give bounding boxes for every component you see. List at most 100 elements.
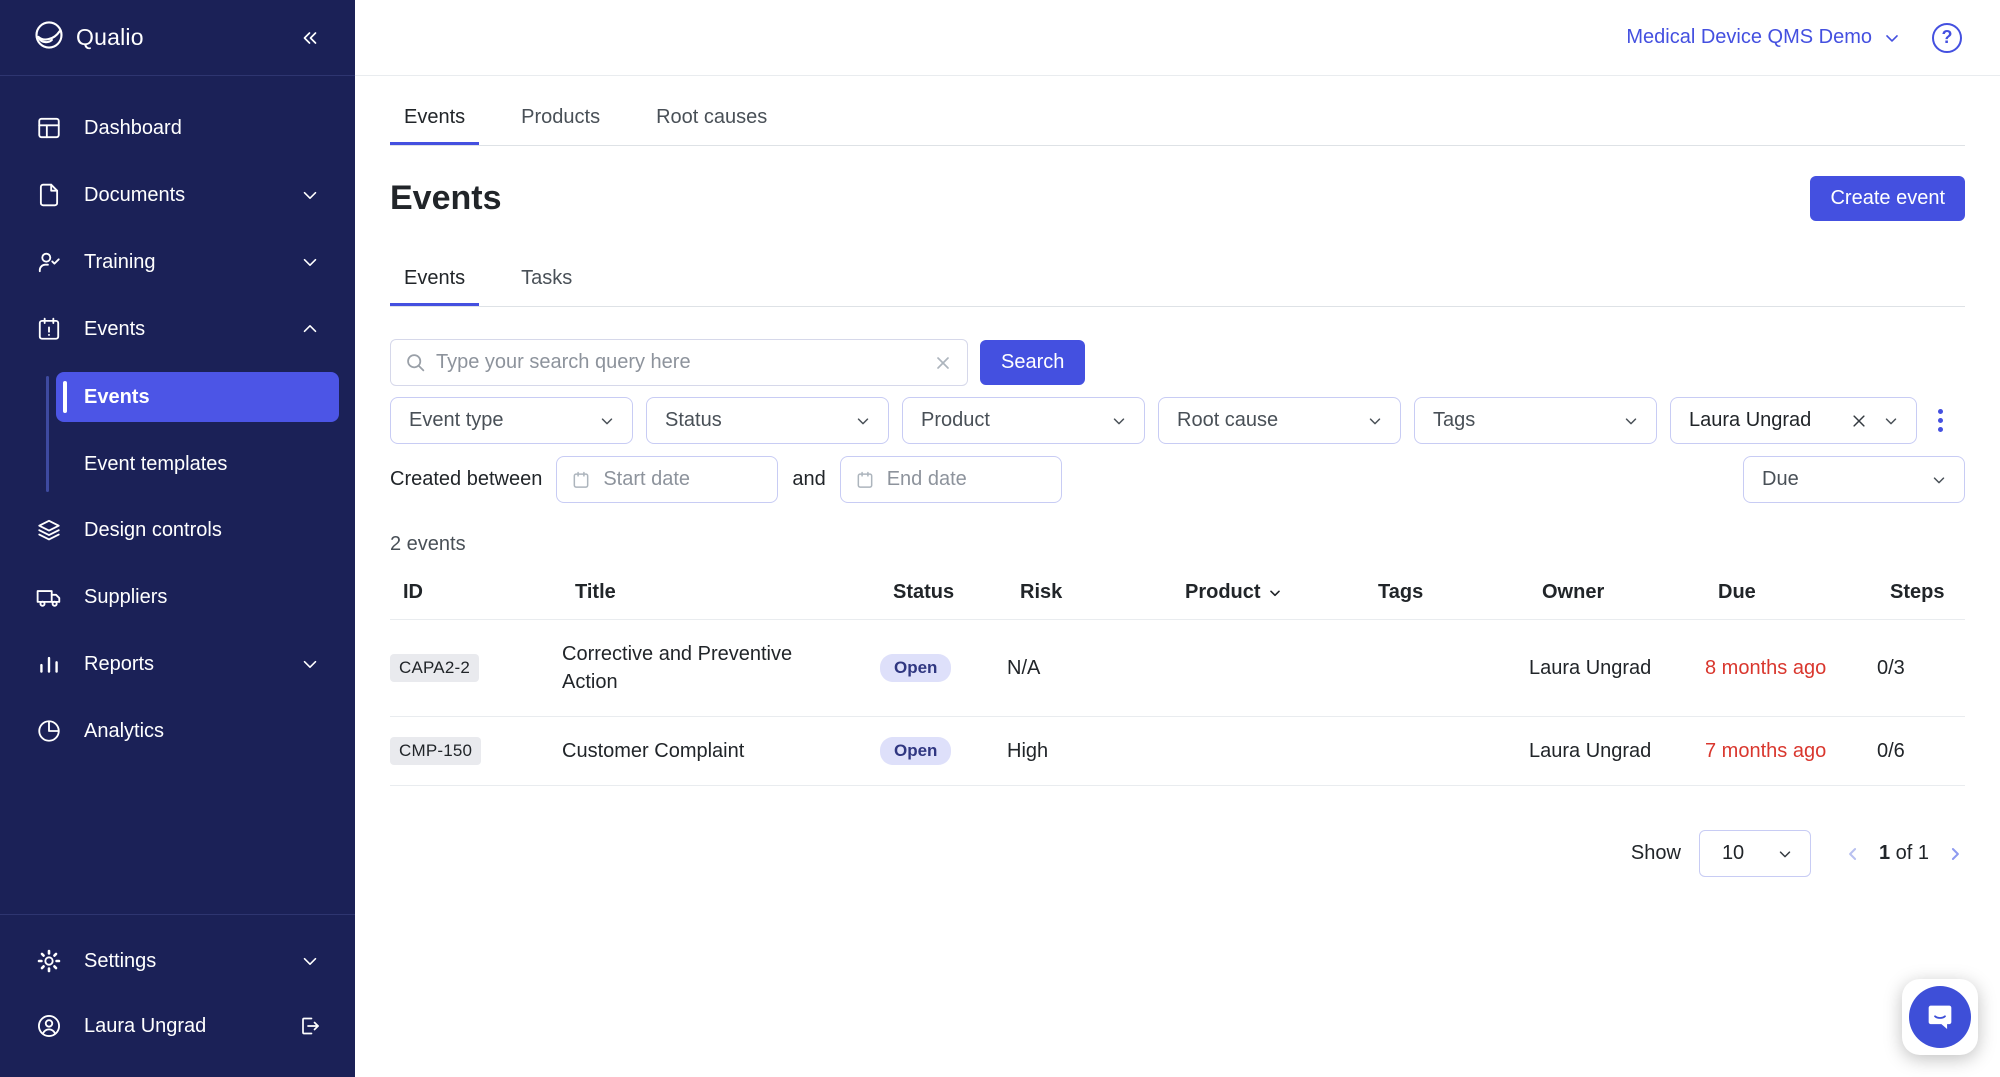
bar-chart-icon	[35, 651, 62, 678]
search-button[interactable]: Search	[980, 340, 1085, 385]
more-filters-icon[interactable]	[1930, 403, 1951, 438]
owner-filter[interactable]: Laura Ungrad	[1670, 397, 1917, 444]
sidebar-item-label: Settings	[84, 950, 156, 973]
clear-search-icon[interactable]	[933, 353, 953, 373]
remove-owner-filter-icon[interactable]	[1850, 412, 1868, 430]
filter-label: Product	[921, 409, 990, 432]
calendar-icon	[855, 470, 875, 490]
table-row[interactable]: CAPA2-2 Corrective and Preventive Action…	[390, 620, 1965, 717]
tab-products[interactable]: Products	[507, 92, 614, 145]
results-count: 2 events	[390, 533, 1965, 556]
logout-icon[interactable]	[297, 1014, 321, 1038]
created-between-row: Created between Start date and End date …	[390, 456, 1965, 503]
chat-launcher-button[interactable]	[1902, 979, 1978, 1055]
current-page: 1	[1879, 842, 1890, 864]
app-name: Qualio	[76, 24, 144, 51]
due-filter[interactable]: Due	[1743, 456, 1965, 503]
sub-tabs: Events Tasks	[390, 253, 1965, 307]
event-title[interactable]: Corrective and Preventive Action	[562, 640, 880, 696]
sidebar-header: Qualio	[0, 0, 355, 76]
sidebar-item-reports[interactable]: Reports	[0, 640, 339, 688]
chevron-down-icon	[1366, 412, 1384, 430]
root-cause-filter[interactable]: Root cause	[1158, 397, 1401, 444]
table-row[interactable]: CMP-150 Customer Complaint Open High Lau…	[390, 717, 1965, 786]
sidebar-collapse-button[interactable]	[297, 26, 321, 50]
sidebar-item-label: Analytics	[84, 720, 164, 743]
help-glyph: ?	[1942, 27, 1953, 48]
sidebar: Qualio Dashboard Documents Trainin	[0, 0, 355, 1077]
chevron-down-icon	[854, 412, 872, 430]
event-type-filter[interactable]: Event type	[390, 397, 633, 444]
filter-label: Laura Ungrad	[1689, 409, 1811, 432]
sidebar-item-settings[interactable]: Settings	[0, 937, 339, 985]
due-value: 8 months ago	[1705, 657, 1877, 680]
next-page-icon[interactable]	[1945, 844, 1965, 864]
create-event-button[interactable]: Create event	[1810, 176, 1965, 221]
sidebar-item-suppliers[interactable]: Suppliers	[0, 573, 339, 621]
search-row: Search	[390, 339, 1965, 386]
document-icon	[35, 182, 62, 209]
help-icon[interactable]: ?	[1932, 23, 1962, 53]
subtab-tasks[interactable]: Tasks	[507, 253, 586, 306]
sidebar-item-label: Reports	[84, 653, 154, 676]
filter-row: Event type Status Product Root cause Tag…	[390, 397, 1965, 444]
product-filter[interactable]: Product	[902, 397, 1145, 444]
chevron-down-icon	[299, 950, 321, 972]
status-filter[interactable]: Status	[646, 397, 889, 444]
chat-bubble-icon	[1909, 986, 1971, 1048]
table-header: ID Title Status Risk Product Tags Owner …	[390, 566, 1965, 620]
col-title: Title	[575, 581, 893, 604]
steps-value: 0/6	[1877, 740, 1965, 763]
org-switcher[interactable]: Medical Device QMS Demo	[1626, 26, 1902, 49]
tab-root-causes[interactable]: Root causes	[642, 92, 781, 145]
filter-label: Status	[665, 409, 722, 432]
due-value: 7 months ago	[1705, 740, 1877, 763]
org-name: Medical Device QMS Demo	[1626, 26, 1872, 49]
page-title: Events	[390, 179, 502, 218]
search-input[interactable]	[436, 351, 923, 374]
event-id-badge: CMP-150	[390, 737, 481, 765]
event-title[interactable]: Customer Complaint	[562, 737, 880, 765]
app-logo[interactable]: Qualio	[34, 20, 144, 56]
qualio-logo-icon	[34, 20, 64, 56]
tab-label: Products	[521, 106, 600, 128]
col-owner: Owner	[1542, 581, 1718, 604]
sidebar-item-events[interactable]: Events	[0, 305, 339, 353]
risk-value: N/A	[1007, 657, 1172, 680]
sidebar-item-training[interactable]: Training	[0, 238, 339, 286]
layers-icon	[35, 517, 62, 544]
total-pages: 1	[1918, 842, 1929, 864]
tags-filter[interactable]: Tags	[1414, 397, 1657, 444]
sidebar-item-label: Events	[84, 318, 145, 341]
start-date-input[interactable]: Start date	[556, 456, 778, 503]
chevron-down-icon	[598, 412, 616, 430]
calendar-alert-icon	[35, 316, 62, 343]
sidebar-item-documents[interactable]: Documents	[0, 171, 339, 219]
search-icon	[405, 352, 426, 373]
col-product[interactable]: Product	[1185, 581, 1378, 604]
sidebar-item-analytics[interactable]: Analytics	[0, 707, 339, 755]
sidebar-item-label: Suppliers	[84, 586, 167, 609]
prev-page-icon[interactable]	[1843, 844, 1863, 864]
date-placeholder: End date	[887, 468, 967, 491]
sidebar-subitem-events[interactable]: Events	[56, 372, 339, 422]
sort-chevron-icon	[1267, 585, 1283, 601]
page-size-select[interactable]: 10	[1699, 830, 1811, 877]
steps-value: 0/3	[1877, 657, 1965, 680]
chevron-down-icon	[1776, 845, 1794, 863]
pagination: Show 10 1 of 1	[390, 830, 1965, 877]
sidebar-item-dashboard[interactable]: Dashboard	[0, 104, 339, 152]
sidebar-item-label: Design controls	[84, 519, 222, 542]
search-box	[390, 339, 968, 386]
end-date-input[interactable]: End date	[840, 456, 1062, 503]
sidebar-item-label: Training	[84, 251, 156, 274]
sidebar-item-label: Dashboard	[84, 117, 182, 140]
sidebar-item-design-controls[interactable]: Design controls	[0, 506, 339, 554]
tab-events[interactable]: Events	[390, 92, 479, 145]
filter-label: Root cause	[1177, 409, 1278, 432]
calendar-icon	[571, 470, 591, 490]
sidebar-item-user[interactable]: Laura Ungrad	[0, 1002, 339, 1050]
subtab-events[interactable]: Events	[390, 253, 479, 306]
chevron-down-icon	[1930, 471, 1948, 489]
sidebar-subitem-event-templates[interactable]: Event templates	[56, 439, 339, 489]
